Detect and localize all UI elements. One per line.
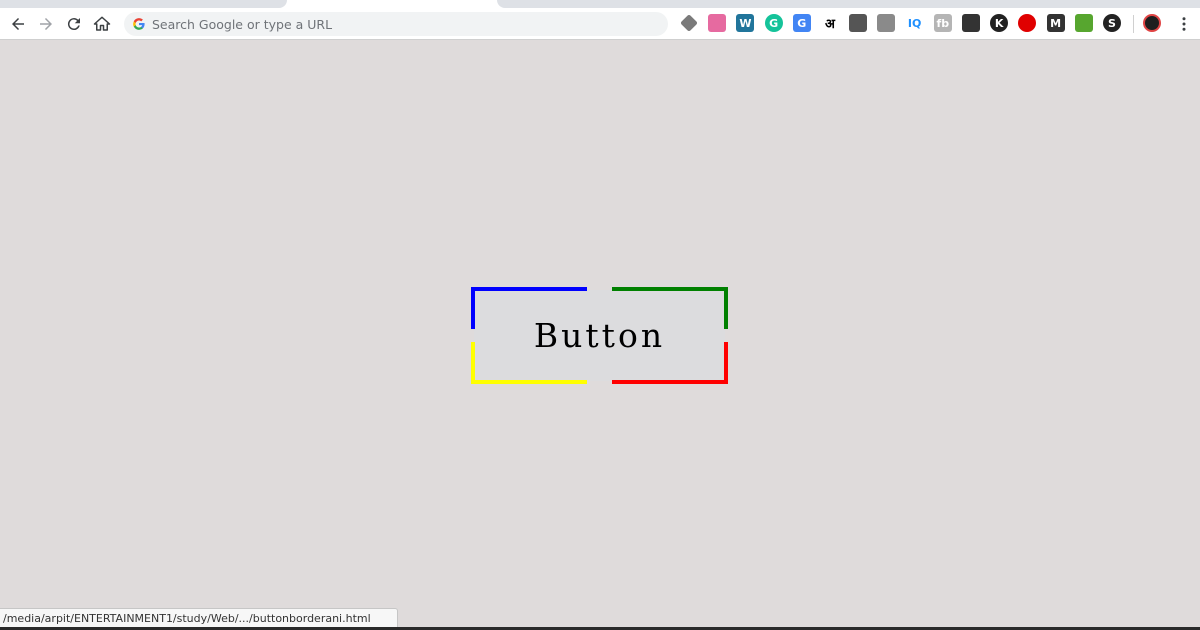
back-button[interactable] xyxy=(6,12,30,36)
s-extension-icon[interactable]: S xyxy=(1103,14,1121,32)
k-extension-icon[interactable]: K xyxy=(990,14,1009,32)
status-bubble-url: /media/arpit/ENTERTAINMENT1/study/Web/..… xyxy=(0,608,398,628)
arrow-left-icon xyxy=(12,18,24,30)
home-button[interactable] xyxy=(90,12,114,36)
reload-button[interactable] xyxy=(62,12,86,36)
browser-toolbar: WGGअIQfbKMS xyxy=(0,8,1200,40)
omnibox[interactable] xyxy=(124,12,668,36)
toolbar-divider xyxy=(1133,15,1134,33)
forward-button[interactable] xyxy=(34,12,58,36)
home-icon xyxy=(93,16,111,31)
button-label: Button xyxy=(533,316,666,355)
arrow-right-icon xyxy=(40,18,52,30)
stop-extension-icon[interactable] xyxy=(1018,14,1037,32)
hindi-extension-icon[interactable]: अ xyxy=(821,14,839,32)
print-extension-icon[interactable] xyxy=(1074,14,1093,32)
fb-extension-icon[interactable]: fb xyxy=(933,14,952,32)
wordpress-extension-icon[interactable]: W xyxy=(736,14,755,32)
google-g-icon xyxy=(133,18,145,30)
box-extension-icon[interactable] xyxy=(877,14,896,32)
m-extension-icon[interactable]: M xyxy=(1046,14,1065,32)
menu-button[interactable] xyxy=(1172,12,1196,36)
omnibox-input[interactable] xyxy=(152,14,652,34)
reload-icon xyxy=(67,18,80,31)
inactive-tab-right[interactable] xyxy=(497,0,1200,8)
page-viewport: Button xyxy=(0,41,1200,627)
film-extension-icon[interactable] xyxy=(849,14,868,32)
iq-extension-icon[interactable]: IQ xyxy=(906,14,924,32)
tab-strip xyxy=(0,0,1200,8)
pen-extension-icon[interactable] xyxy=(962,14,980,32)
layers-extension-icon[interactable] xyxy=(680,14,698,32)
grammarly-extension-icon[interactable]: G xyxy=(764,14,783,32)
kebab-menu-icon xyxy=(1182,17,1186,31)
unicorn-extension-icon[interactable] xyxy=(708,14,727,32)
animated-border-button[interactable]: Button xyxy=(471,287,728,384)
profile-avatar[interactable] xyxy=(1143,14,1161,32)
inactive-tab-left[interactable] xyxy=(0,0,287,8)
translate-extension-icon[interactable]: G xyxy=(792,14,811,32)
